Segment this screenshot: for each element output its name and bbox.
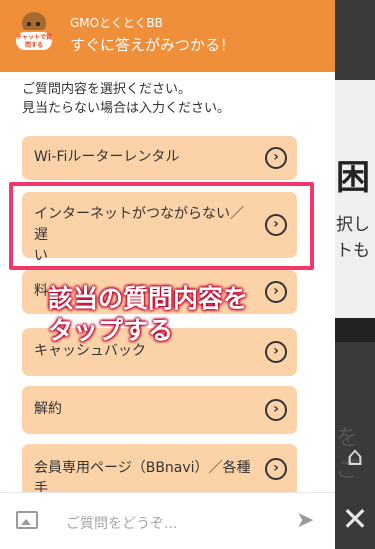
option-cancellation[interactable]: 解約 › bbox=[22, 386, 297, 434]
close-icon[interactable]: ✕ bbox=[336, 500, 374, 538]
chat-header: チャットで質問する GMOとくとくBB すぐに答えがみつかる！ bbox=[0, 0, 335, 72]
image-upload-icon[interactable] bbox=[16, 511, 38, 529]
instruction-callout: 該当の質問内容を タップする bbox=[48, 283, 248, 347]
highlight-box bbox=[9, 182, 314, 270]
message-input[interactable]: ご質問をどうぞ... bbox=[66, 513, 177, 533]
background-text-line: トも bbox=[336, 241, 370, 261]
callout-line: タップする bbox=[48, 316, 174, 345]
chevron-right-icon: › bbox=[265, 147, 287, 169]
avatar-badge: チャットで質問する bbox=[14, 30, 54, 52]
mascot-eye bbox=[36, 22, 40, 26]
home-icon[interactable]: ⌂ bbox=[338, 440, 372, 474]
chevron-right-icon: › bbox=[265, 399, 287, 421]
chevron-right-icon: › bbox=[265, 458, 287, 480]
background-band bbox=[330, 318, 375, 342]
chat-title: GMOとくとくBB bbox=[70, 16, 163, 30]
option-label: 解約 bbox=[34, 401, 62, 417]
mascot-avatar: チャットで質問する bbox=[14, 10, 54, 54]
background-text-line: 択し bbox=[336, 215, 370, 235]
intro-line: 見当たらない場合は入力ください。 bbox=[22, 101, 231, 116]
send-icon[interactable]: ➤ bbox=[296, 510, 320, 532]
chevron-right-icon: › bbox=[265, 341, 287, 363]
intro-message: ご質問内容を選択ください。 見当たらない場合は入力ください。 bbox=[22, 80, 230, 118]
callout-line: 該当の質問内容を bbox=[48, 284, 249, 313]
option-label: Wi-Fiルーターレンタル bbox=[34, 149, 180, 165]
chevron-right-icon: › bbox=[265, 281, 287, 303]
intro-line: ご質問内容を選択ください。 bbox=[22, 82, 192, 97]
chat-panel: チャットで質問する GMOとくとくBB すぐに答えがみつかる！ ご質問内容を選択… bbox=[0, 0, 335, 549]
message-input-bar: ご質問をどうぞ... ➤ bbox=[0, 492, 335, 549]
background-heading: 困 bbox=[336, 158, 370, 198]
background-content-area bbox=[330, 80, 375, 320]
chat-subtitle: すぐに答えがみつかる！ bbox=[70, 36, 236, 54]
mascot-eye bbox=[27, 22, 31, 26]
option-wifi-rental[interactable]: Wi-Fiルーターレンタル › bbox=[22, 136, 297, 180]
